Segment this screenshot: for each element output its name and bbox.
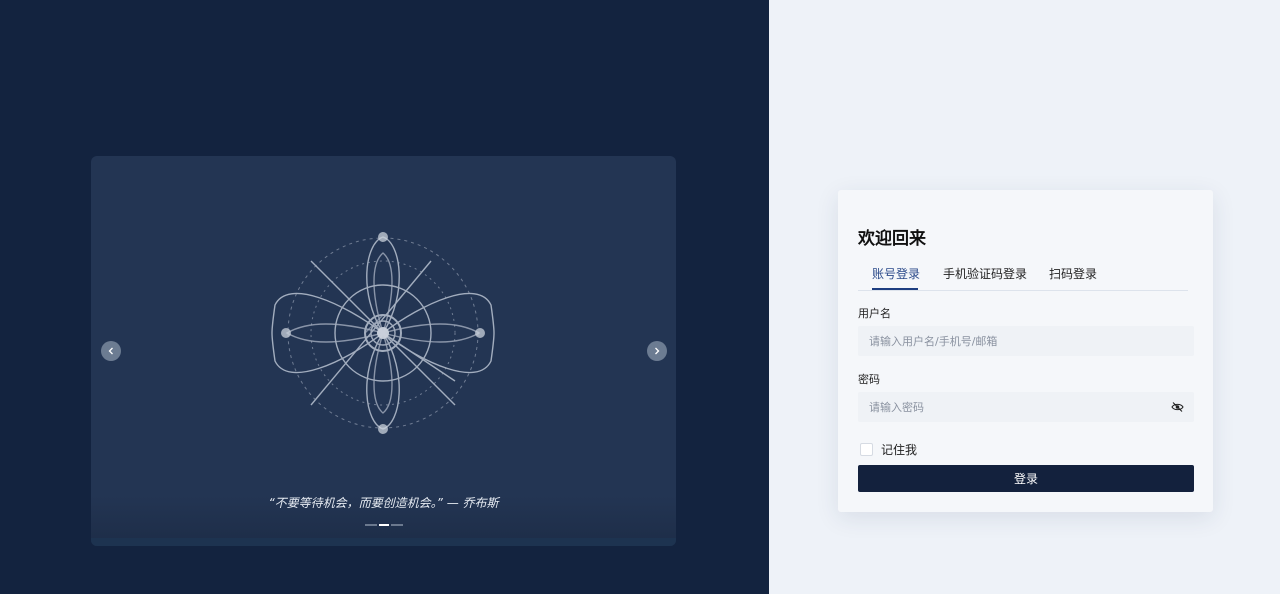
- tab-qrcode-login[interactable]: 扫码登录: [1049, 265, 1097, 282]
- login-tabs: 账号登录 手机验证码登录 扫码登录: [858, 260, 1188, 291]
- eye-off-icon[interactable]: [1171, 401, 1184, 413]
- username-input[interactable]: [858, 326, 1159, 356]
- tab-account-login[interactable]: 账号登录: [872, 265, 920, 282]
- carousel-indicator-active[interactable]: [379, 524, 389, 526]
- carousel-bottom-strip: [91, 538, 676, 546]
- tab-sms-login[interactable]: 手机验证码登录: [943, 265, 1027, 282]
- left-panel: “不要等待机会，而要创造机会。” — 乔布斯: [0, 0, 769, 594]
- login-title: 欢迎回来: [858, 229, 926, 249]
- password-input[interactable]: [858, 392, 1159, 422]
- carousel-illustration: [271, 232, 495, 434]
- carousel-quote: “不要等待机会，而要创造机会。” — 乔布斯: [268, 496, 499, 510]
- carousel-indicator[interactable]: [391, 524, 403, 526]
- chevron-left-icon: [108, 347, 113, 355]
- login-card: 欢迎回来 账号登录 手机验证码登录 扫码登录 用户名 密码 记住我 登录: [838, 190, 1213, 512]
- password-field-wrapper: [858, 392, 1194, 422]
- chevron-right-icon: [655, 347, 660, 355]
- carousel: “不要等待机会，而要创造机会。” — 乔布斯: [91, 156, 676, 546]
- login-button[interactable]: 登录: [858, 465, 1194, 492]
- username-label: 用户名: [858, 307, 891, 320]
- active-tab-underline: [872, 288, 918, 290]
- username-field-wrapper: [858, 326, 1194, 356]
- remember-me-label[interactable]: 记住我: [881, 441, 917, 458]
- remember-me[interactable]: 记住我: [860, 441, 917, 458]
- carousel-next-button[interactable]: [647, 341, 667, 361]
- password-label: 密码: [858, 373, 880, 386]
- carousel-indicators: [365, 524, 403, 527]
- carousel-indicator[interactable]: [365, 524, 377, 526]
- remember-me-checkbox[interactable]: [860, 443, 873, 456]
- carousel-prev-button[interactable]: [101, 341, 121, 361]
